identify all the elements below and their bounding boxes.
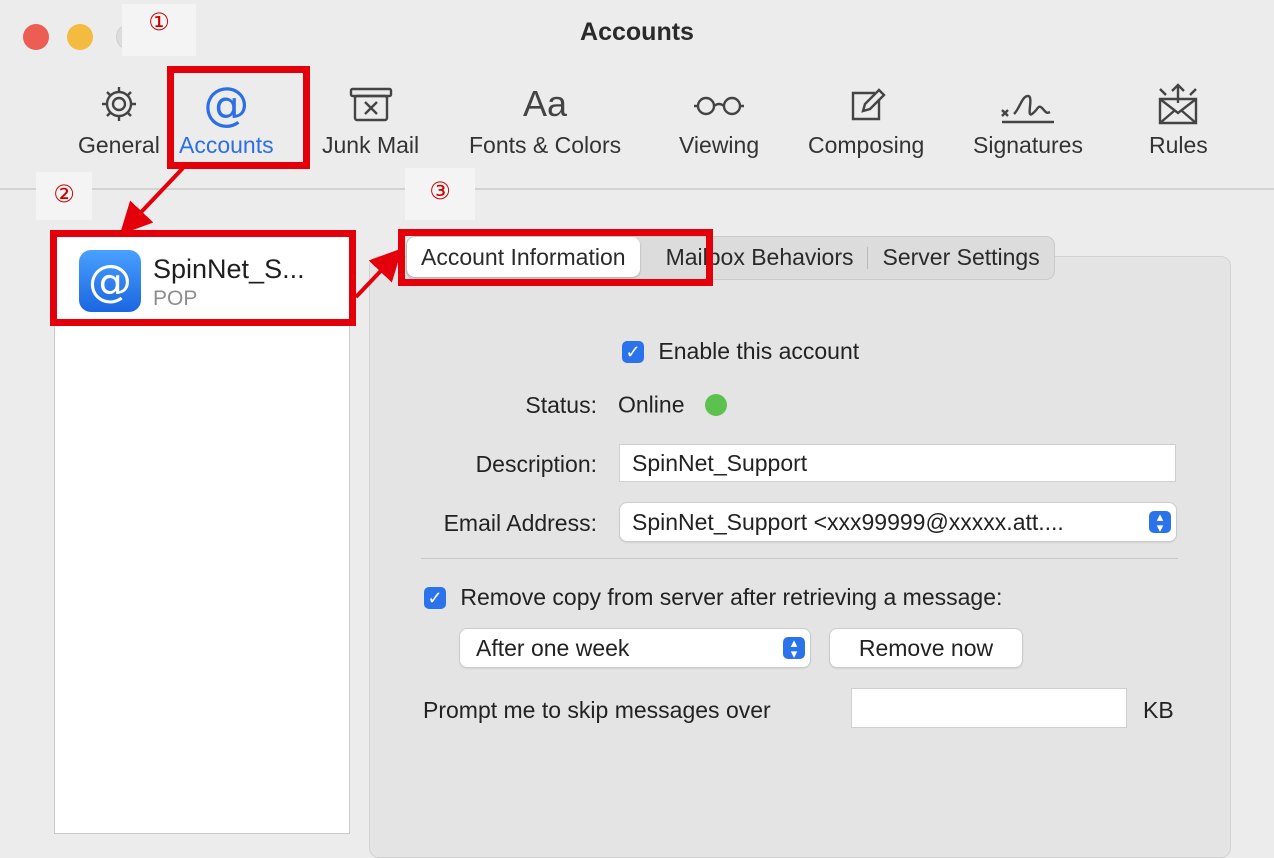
arrow-accounts-to-account	[119, 166, 185, 235]
arrow-account-to-tab	[354, 248, 403, 299]
annotation-arrows	[119, 166, 403, 299]
